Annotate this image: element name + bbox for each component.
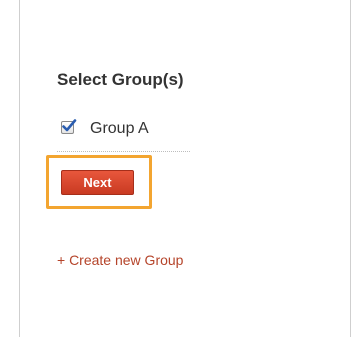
next-button-highlight: Next bbox=[46, 155, 152, 209]
section-title: Select Group(s) bbox=[57, 70, 184, 89]
next-button[interactable]: Next bbox=[61, 170, 134, 195]
checkmark-icon bbox=[62, 119, 77, 132]
group-selection-panel: Select Group(s) Group A Next + Create ne… bbox=[19, 0, 351, 337]
group-a-label: Group A bbox=[90, 120, 149, 137]
create-new-group-link[interactable]: + Create new Group bbox=[57, 252, 183, 268]
group-a-checkbox[interactable] bbox=[61, 119, 77, 134]
group-list-item[interactable]: Group A bbox=[57, 114, 190, 152]
